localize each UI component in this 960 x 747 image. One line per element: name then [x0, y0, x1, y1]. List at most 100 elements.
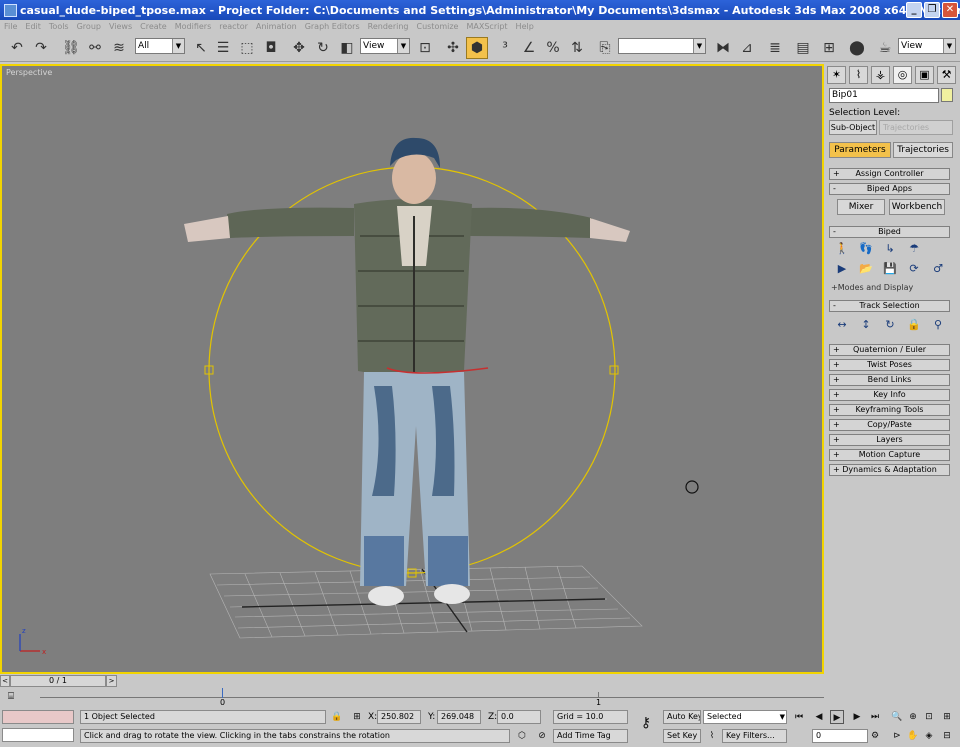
footstep-mode-icon[interactable]: 👣	[857, 242, 875, 255]
time-slider-thumb[interactable]: 0 / 1	[10, 675, 106, 687]
rollout-copy-paste[interactable]: + Copy/Paste	[829, 419, 950, 431]
scale-icon[interactable]: ◧	[336, 37, 358, 59]
zoom-all-icon[interactable]: ⊕	[906, 710, 920, 724]
maximize-viewport-icon[interactable]: ⊟	[940, 729, 954, 743]
time-slider-prev[interactable]: <	[0, 675, 10, 687]
hierarchy-tab-icon[interactable]: ⚶	[871, 66, 890, 84]
time-slider[interactable]: < 0 / 1 >	[0, 674, 824, 688]
motion-flow-icon[interactable]: ↳	[881, 242, 899, 255]
curve-editor-icon[interactable]: ▤	[792, 37, 814, 59]
menu-create[interactable]: Create	[140, 22, 167, 31]
motion-tab-icon[interactable]: ◎	[893, 66, 912, 84]
window-crossing-icon[interactable]: ◘	[260, 37, 282, 59]
key-icon[interactable]: ⚷	[635, 716, 657, 730]
utilities-tab-icon[interactable]: ⚒	[937, 66, 956, 84]
pivot-center-icon[interactable]: ⊡	[414, 37, 436, 59]
named-selection-dropdown[interactable]: ▼	[618, 38, 706, 54]
time-slider-next[interactable]: >	[106, 675, 117, 687]
parameters-tab[interactable]: Parameters	[829, 142, 891, 158]
rollout-keyframing-tools[interactable]: + Keyframing Tools	[829, 404, 950, 416]
rollout-layers[interactable]: + Layers	[829, 434, 950, 446]
load-file-icon[interactable]: 📂	[857, 262, 875, 275]
body-vertical-icon[interactable]: ↕	[857, 318, 875, 331]
menu-edit[interactable]: Edit	[25, 22, 41, 31]
modes-and-display-label[interactable]: +Modes and Display	[831, 283, 913, 292]
menu-animation[interactable]: Animation	[256, 22, 297, 31]
rollout-assign-controller[interactable]: + Assign Controller	[829, 168, 950, 180]
mirror-icon[interactable]: ⧓	[712, 37, 734, 59]
auto-key-button[interactable]: Auto Key	[663, 710, 701, 724]
next-frame-icon[interactable]: ▶	[850, 710, 864, 724]
track-bar-menu-icon[interactable]: ⌸	[8, 691, 24, 703]
redo-icon[interactable]: ↷	[30, 37, 52, 59]
set-keys-icon[interactable]: ⌇	[705, 729, 719, 743]
y-coordinate-field[interactable]: 269.048	[437, 710, 481, 724]
trajectories-tab[interactable]: Trajectories	[893, 142, 953, 158]
layer-manager-icon[interactable]: ≣	[764, 37, 786, 59]
rollout-key-info[interactable]: + Key Info	[829, 389, 950, 401]
rollout-twist-poses[interactable]: + Twist Poses	[829, 359, 950, 371]
render-scene-icon[interactable]: ☕	[874, 37, 896, 59]
menu-group[interactable]: Group	[77, 22, 101, 31]
object-name-field[interactable]: Bip01	[829, 88, 939, 103]
create-tab-icon[interactable]: ✶	[827, 66, 846, 84]
percent-snap-icon[interactable]: %	[542, 37, 564, 59]
rollout-bend-links[interactable]: + Bend Links	[829, 374, 950, 386]
undo-icon[interactable]: ↶	[6, 37, 28, 59]
rollout-biped[interactable]: - Biped	[829, 226, 950, 238]
x-coordinate-field[interactable]: 250.802	[377, 710, 421, 724]
schematic-view-icon[interactable]: ⊞	[818, 37, 840, 59]
menu-graph-editors[interactable]: Graph Editors	[305, 22, 360, 31]
body-horizontal-icon[interactable]: ↔	[833, 318, 851, 331]
save-file-icon[interactable]: 💾	[881, 262, 899, 275]
figure-mode-icon[interactable]: 🚶	[833, 242, 851, 255]
arc-rotate-icon[interactable]: ◈	[922, 729, 936, 743]
key-mode-dropdown[interactable]: Selected ▼	[703, 710, 787, 724]
menu-modifiers[interactable]: Modifiers	[175, 22, 212, 31]
go-to-end-icon[interactable]: ⏭	[868, 710, 882, 724]
maxscript-listener-mini[interactable]	[2, 710, 74, 724]
menu-maxscript[interactable]: MAXScript	[466, 22, 507, 31]
menu-views[interactable]: Views	[109, 22, 132, 31]
add-time-tag-button[interactable]: Add Time Tag	[553, 729, 628, 743]
selection-lock-icon[interactable]: 🔒	[330, 710, 344, 724]
display-tab-icon[interactable]: ▣	[915, 66, 934, 84]
go-to-start-icon[interactable]: ⏮	[792, 710, 806, 724]
move-all-mode-icon[interactable]: ♂	[929, 262, 947, 275]
reference-coordinate-dropdown[interactable]: View ▼	[360, 38, 410, 54]
menu-customize[interactable]: Customize	[416, 22, 458, 31]
opposite-icon[interactable]: ⚳	[953, 318, 960, 331]
minimize-button[interactable]: _	[906, 2, 922, 18]
angle-snap-icon[interactable]: ∠	[518, 37, 540, 59]
material-editor-icon[interactable]: ⬤	[846, 37, 868, 59]
zoom-extents-icon[interactable]: ⊡	[922, 710, 936, 724]
rotate-icon[interactable]: ↻	[312, 37, 334, 59]
move-icon[interactable]: ✥	[288, 37, 310, 59]
menu-tools[interactable]: Tools	[49, 22, 69, 31]
mixer-button[interactable]: Mixer	[837, 199, 885, 215]
menu-rendering[interactable]: Rendering	[368, 22, 409, 31]
render-view-dropdown[interactable]: View ▼	[898, 38, 956, 54]
mixer-mode-icon[interactable]: ☂	[905, 242, 923, 255]
maxscript-input[interactable]	[2, 728, 74, 742]
body-rotation-icon[interactable]: ↻	[881, 318, 899, 331]
keyboard-shortcut-override-icon[interactable]: ⬢	[466, 37, 488, 59]
pan-view-icon[interactable]: ✋	[906, 729, 920, 743]
rollout-biped-apps[interactable]: - Biped Apps	[829, 183, 950, 195]
menu-reactor[interactable]: reactor	[219, 22, 248, 31]
sub-object-dropdown[interactable]: Trajectories	[879, 120, 953, 135]
buffer-mode-icon[interactable]: ▶	[833, 262, 851, 275]
time-configuration-icon[interactable]: ⚙	[868, 729, 882, 743]
select-object-icon[interactable]: ↖	[190, 37, 212, 59]
edit-named-selection-icon[interactable]: ⎘	[594, 37, 616, 59]
select-and-link-icon[interactable]: ⛓	[60, 37, 82, 59]
perspective-viewport[interactable]: Perspective x z	[0, 64, 824, 674]
play-icon[interactable]: ▶	[830, 710, 844, 724]
key-filters-button[interactable]: Key Filters...	[722, 729, 787, 743]
menu-file[interactable]: File	[4, 22, 17, 31]
manipulate-icon[interactable]: ✣	[442, 37, 464, 59]
menu-help[interactable]: Help	[516, 22, 534, 31]
close-button[interactable]: ✕	[942, 2, 958, 18]
zoom-icon[interactable]: 🔍	[890, 710, 904, 724]
object-color-swatch[interactable]	[941, 88, 953, 102]
